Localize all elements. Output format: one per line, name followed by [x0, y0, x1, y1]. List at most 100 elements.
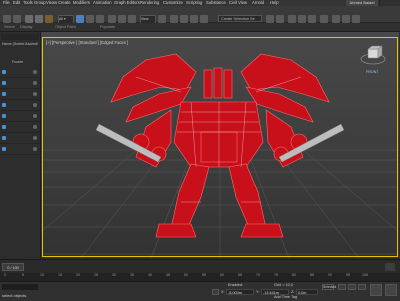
tick-label: 95	[346, 273, 350, 277]
play-icon[interactable]	[348, 284, 356, 290]
tick-label: 25	[94, 273, 98, 277]
angle-snap-icon[interactable]	[180, 15, 188, 23]
select-and-scale-icon[interactable]	[128, 15, 136, 23]
tick-label: 65	[238, 273, 242, 277]
mirror-icon[interactable]	[266, 15, 274, 23]
time-slider-thumb[interactable]: 0 / 100	[2, 263, 24, 271]
ribbon-tab-display[interactable]: Display	[20, 23, 32, 31]
layer-explorer-icon[interactable]	[288, 15, 296, 23]
render-setup-icon[interactable]	[332, 15, 340, 23]
ribbon-tab-select[interactable]: Select	[4, 23, 15, 31]
viewcube-face-label: FRONT	[366, 70, 379, 74]
freeze-toggle-icon[interactable]	[33, 125, 37, 129]
main-toolbar: All ▾ View Create Selection Se	[0, 6, 400, 25]
rendered-frame-window-icon[interactable]	[342, 15, 350, 23]
link-icon[interactable]	[25, 15, 33, 23]
tick-label: 15	[58, 273, 62, 277]
tick-label: 10	[40, 273, 44, 277]
tick-label: 100	[362, 273, 368, 277]
tick-label: 80	[292, 273, 296, 277]
maxscript-listener[interactable]	[2, 284, 38, 290]
time-slider[interactable]: 0 / 100	[0, 259, 400, 274]
unlink-icon[interactable]	[35, 15, 43, 23]
freeze-toggle-icon[interactable]	[33, 147, 37, 151]
render-production-icon[interactable]	[352, 15, 360, 23]
tick-label: 70	[256, 273, 260, 277]
freeze-toggle-icon[interactable]	[33, 81, 37, 85]
selection-lock-icon[interactable]	[212, 289, 219, 295]
object-icon	[2, 114, 6, 118]
viewport-label-menu[interactable]: [+] [Perspective ] [Standard ] [Edged Fa…	[46, 40, 128, 45]
track-bar[interactable]: 0 5 10 15 20 25 30 35 40 45 50 55 60 65 …	[0, 273, 400, 281]
y-label: Y:	[256, 290, 260, 294]
scene-explorer-toolbar	[1, 34, 39, 40]
percent-snap-icon[interactable]	[190, 15, 198, 23]
scene-item[interactable]	[0, 89, 40, 100]
curve-editor-icon[interactable]	[298, 15, 306, 23]
scene-explorer: Name (Sorted Ascending) Frozen	[0, 32, 41, 260]
scene-item[interactable]	[0, 78, 40, 89]
pan-view-icon[interactable]	[385, 284, 397, 296]
tick-label: 0	[4, 273, 6, 277]
select-and-rotate-icon[interactable]	[118, 15, 126, 23]
tick-label: 35	[130, 273, 134, 277]
undo-icon[interactable]	[3, 15, 11, 23]
object-icon	[2, 125, 6, 129]
column-header-name[interactable]: Name (Sorted Ascending)	[2, 42, 38, 46]
schematic-view-icon[interactable]	[308, 15, 316, 23]
scene-item[interactable]	[0, 111, 40, 122]
freeze-toggle-icon[interactable]	[33, 70, 37, 74]
tick-label: 30	[112, 273, 116, 277]
select-by-name-icon[interactable]	[86, 15, 94, 23]
select-and-move-icon[interactable]	[108, 15, 116, 23]
bind-space-warp-icon[interactable]	[45, 15, 53, 23]
tick-label: 85	[310, 273, 314, 277]
pivot-point-icon[interactable]	[158, 15, 166, 23]
z-coordinate-field[interactable]: 0,0m	[296, 289, 318, 295]
x-coordinate-field[interactable]: -5,000m	[226, 289, 254, 295]
add-time-tag[interactable]: Add Time Tag	[274, 295, 297, 299]
tick-label: 40	[148, 273, 152, 277]
scene-item[interactable]	[0, 100, 40, 111]
active-viewport-border	[42, 37, 398, 257]
scene-item[interactable]	[0, 133, 40, 144]
spinner-snap-icon[interactable]	[200, 15, 208, 23]
material-editor-icon[interactable]	[320, 15, 328, 23]
tick-label: 45	[166, 273, 170, 277]
selected-key-filter[interactable]: Selected	[322, 284, 336, 290]
status-prompt: select objects	[2, 293, 27, 298]
object-icon	[2, 70, 6, 74]
object-icon	[2, 92, 6, 96]
freeze-toggle-icon[interactable]	[33, 92, 37, 96]
go-to-start-icon[interactable]	[338, 284, 346, 290]
freeze-toggle-icon[interactable]	[33, 114, 37, 118]
tick-label: 50	[184, 273, 188, 277]
select-object-icon[interactable]	[76, 15, 84, 23]
named-selection-set-dropdown[interactable]: Create Selection Se	[218, 15, 262, 22]
freeze-toggle-icon[interactable]	[33, 103, 37, 107]
enabled-label: Enabled:	[228, 283, 243, 287]
scene-item[interactable]	[0, 144, 40, 155]
snaps-toggle-icon[interactable]	[170, 15, 178, 23]
zoom-navigation-icon[interactable]	[370, 284, 382, 296]
object-icon	[2, 136, 6, 140]
viewcube[interactable]	[360, 42, 386, 68]
x-label: X:	[221, 290, 225, 294]
redo-icon[interactable]	[13, 15, 21, 23]
tick-label: 20	[76, 273, 80, 277]
object-icon	[2, 147, 6, 151]
scene-item[interactable]	[0, 122, 40, 133]
column-header-frozen[interactable]: Frozen	[12, 60, 23, 64]
object-icon	[2, 103, 6, 107]
ribbon-tab-populate[interactable]: Populate	[100, 23, 115, 31]
ribbon-tab-object-paint[interactable]: Object Paint	[55, 23, 76, 31]
rectangular-selection-icon[interactable]	[96, 15, 104, 23]
scene-item[interactable]	[0, 67, 40, 78]
freeze-toggle-icon[interactable]	[33, 136, 37, 140]
tick-label: 60	[220, 273, 224, 277]
tick-label: 5	[22, 273, 24, 277]
go-to-end-icon[interactable]	[358, 284, 366, 290]
next-frame-icon[interactable]	[385, 263, 395, 271]
align-icon[interactable]	[276, 15, 284, 23]
z-label: Z:	[291, 290, 295, 294]
